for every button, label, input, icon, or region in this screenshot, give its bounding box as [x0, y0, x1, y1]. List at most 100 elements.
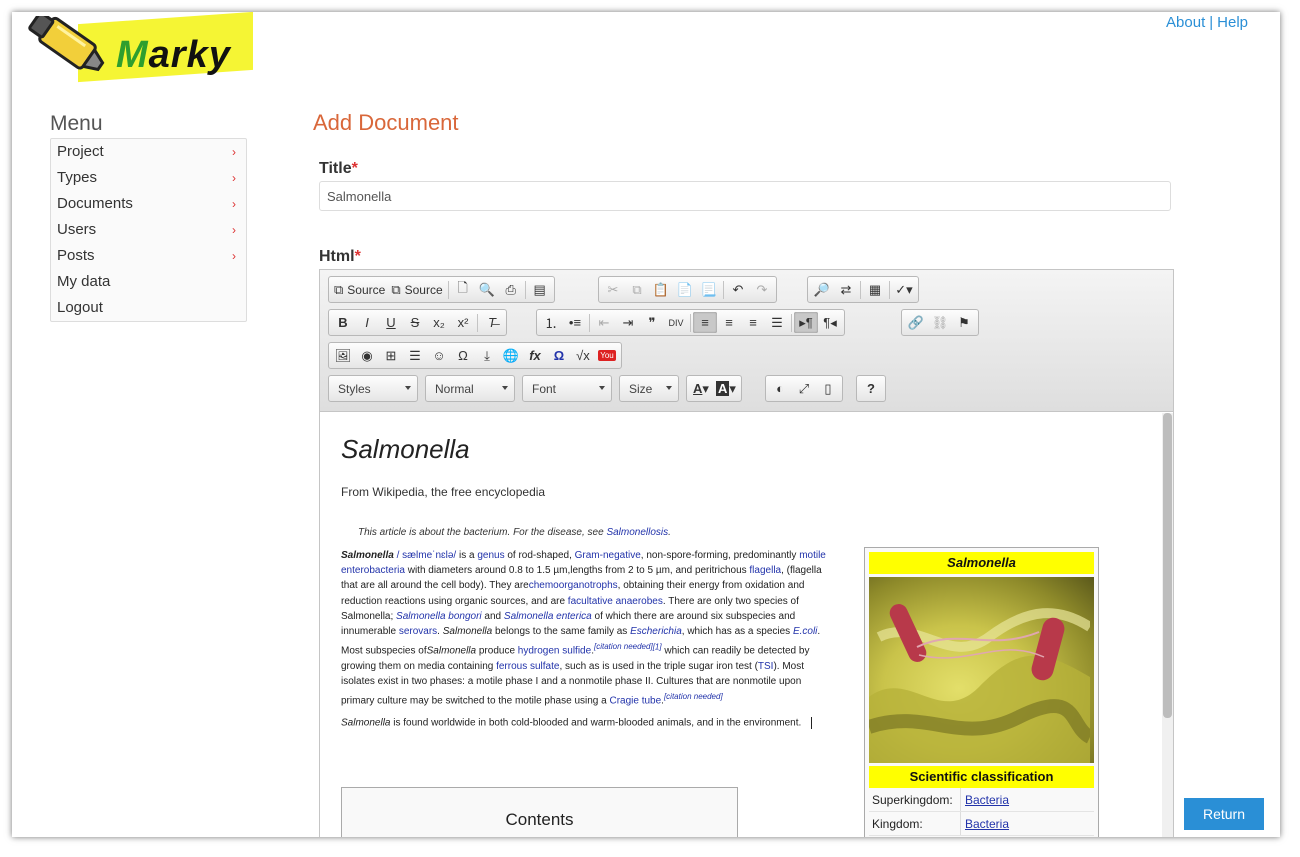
unlink-icon[interactable]: ⛓: [928, 312, 952, 333]
toolbar-group-insert: 🖼 ◉ ⊞ ☰ ☺ Ω ⤓ 🌐 fx Ω √x You: [328, 342, 622, 369]
preview-icon[interactable]: 🔍: [475, 279, 499, 300]
div-container-icon[interactable]: DIV: [664, 312, 688, 333]
select-all-icon[interactable]: ▦: [863, 279, 887, 300]
bold-icon[interactable]: B: [331, 312, 355, 333]
strike-icon[interactable]: S: [403, 312, 427, 333]
font-dropdown[interactable]: Font: [522, 375, 612, 402]
rich-text-editor: ⧉Source ⧉Source 🗋 🔍 ⎙ ▤ ✂ ⧉ 📋 📄 📃 ↶ ↷: [319, 269, 1174, 837]
sqrt-icon[interactable]: √x: [571, 345, 595, 366]
formula-fx-icon[interactable]: fx: [523, 345, 547, 366]
menu-item-logout[interactable]: Logout: [51, 295, 246, 321]
menu-item-my-data[interactable]: My data: [51, 269, 246, 295]
align-left-icon[interactable]: ≡: [693, 312, 717, 333]
cut-icon[interactable]: ✂: [601, 279, 625, 300]
page-break-icon[interactable]: ⤓: [475, 345, 499, 366]
contrast-icon[interactable]: ◐: [768, 378, 792, 399]
maximize-icon[interactable]: ⤢: [792, 378, 816, 399]
remove-format-icon[interactable]: T̶: [480, 312, 504, 333]
html-label: Html*: [319, 248, 361, 265]
marky-logo[interactable]: Marky: [18, 12, 258, 92]
contents-title: Contents: [505, 810, 574, 829]
print-icon[interactable]: ⎙: [499, 279, 523, 300]
dropdown-arrow-icon: [502, 386, 508, 390]
micrograph-illustration: [869, 604, 1094, 763]
styles-dropdown[interactable]: Styles: [328, 375, 418, 402]
templates-icon[interactable]: ▤: [528, 279, 552, 300]
indent-icon[interactable]: ⇥: [616, 312, 640, 333]
superscript-icon[interactable]: x²: [451, 312, 475, 333]
flash-icon[interactable]: ◉: [355, 345, 379, 366]
dropdown-arrow-icon: [599, 386, 605, 390]
paste-text-icon[interactable]: 📄: [673, 279, 697, 300]
side-menu: Project › Types › Documents › Users › Posts ›…: [50, 138, 247, 322]
undo-icon[interactable]: ↶: [726, 279, 750, 300]
about-link[interactable]: About: [1166, 14, 1205, 31]
anchor-flag-icon[interactable]: ⚑: [952, 312, 976, 333]
salmonellosis-link[interactable]: Salmonellosis: [606, 527, 668, 538]
return-button[interactable]: Return: [1184, 798, 1264, 830]
justify-icon[interactable]: ☰: [765, 312, 789, 333]
highlighter-marker-icon: [28, 16, 105, 72]
find-icon[interactable]: 🔎: [810, 279, 834, 300]
taxobox-title: Salmonella: [869, 552, 1094, 574]
table-icon[interactable]: ⊞: [379, 345, 403, 366]
help-question-icon[interactable]: ?: [859, 378, 883, 399]
title-input[interactable]: [319, 181, 1171, 211]
toolbar-group-about: ?: [856, 375, 886, 402]
text-color-icon[interactable]: A ▾: [689, 378, 713, 399]
source-button[interactable]: ⧉ Source: [331, 279, 388, 300]
menu-item-documents[interactable]: Documents ›: [51, 191, 246, 217]
bg-color-icon[interactable]: A ▾: [713, 378, 739, 399]
toolbar-group-links: 🔗 ⛓ ⚑: [901, 309, 979, 336]
size-dropdown[interactable]: Size: [619, 375, 679, 402]
menu-item-posts[interactable]: Posts ›: [51, 243, 246, 269]
align-center-icon[interactable]: ≡: [717, 312, 741, 333]
align-right-icon[interactable]: ≡: [741, 312, 765, 333]
rtl-icon[interactable]: ¶◂: [818, 312, 842, 333]
document-heading: Salmonella: [341, 434, 470, 464]
outdent-icon[interactable]: ⇤: [592, 312, 616, 333]
paste-icon[interactable]: 📋: [649, 279, 673, 300]
bulleted-list-icon[interactable]: •≡: [563, 312, 587, 333]
taxobox-row: Superkingdom: Bacteria: [869, 788, 1094, 812]
document-subtitle: From Wikipedia, the free encyclopedia: [341, 485, 546, 499]
editor-content[interactable]: Salmonella From Wikipedia, the free ency…: [320, 413, 1163, 837]
ltr-icon[interactable]: ▸¶: [794, 312, 818, 333]
link-icon[interactable]: 🔗: [904, 312, 928, 333]
toolbar-group-find: 🔎 ⇄ ▦ ✓▾: [807, 276, 919, 303]
numbered-list-icon[interactable]: ⒈: [539, 312, 563, 333]
new-page-icon[interactable]: 🗋: [451, 279, 475, 300]
editor-scrollbar-thumb[interactable]: [1163, 413, 1172, 718]
blockquote-icon[interactable]: ❞: [640, 312, 664, 333]
app-window: Marky About | Help Menu Project › Types › Do…: [12, 12, 1280, 837]
format-dropdown[interactable]: Normal: [425, 375, 515, 402]
subscript-icon[interactable]: x₂: [427, 312, 451, 333]
smiley-icon[interactable]: ☺: [427, 345, 451, 366]
underline-icon[interactable]: U: [379, 312, 403, 333]
special-char-icon[interactable]: Ω: [451, 345, 475, 366]
chevron-right-icon: ›: [232, 171, 236, 185]
copy-icon[interactable]: ⧉: [625, 279, 649, 300]
scientific-classification-header: Scientific classification: [869, 766, 1094, 788]
italic-icon[interactable]: I: [355, 312, 379, 333]
taxobox-row: Kingdom: Bacteria: [869, 812, 1094, 836]
horizontal-rule-icon[interactable]: ☰: [403, 345, 427, 366]
youtube-icon[interactable]: You: [595, 345, 619, 366]
source-button-2[interactable]: ⧉ Source: [388, 279, 445, 300]
menu-item-users[interactable]: Users ›: [51, 217, 246, 243]
brand-name: Marky: [116, 34, 231, 76]
replace-icon[interactable]: ⇄: [834, 279, 858, 300]
menu-item-types[interactable]: Types ›: [51, 165, 246, 191]
source-icon: ⧉: [391, 281, 401, 297]
spellcheck-icon[interactable]: ✓▾: [892, 279, 916, 300]
paste-word-icon[interactable]: 📃: [697, 279, 721, 300]
omega-icon[interactable]: Ω: [547, 345, 571, 366]
image-icon[interactable]: 🖼: [331, 345, 355, 366]
toolbar-group-colors: A ▾ A ▾: [686, 375, 742, 402]
chevron-right-icon: ›: [232, 145, 236, 159]
help-link[interactable]: Help: [1217, 14, 1248, 31]
show-blocks-icon[interactable]: ▯: [816, 378, 840, 399]
menu-item-project[interactable]: Project ›: [51, 139, 246, 165]
redo-icon[interactable]: ↷: [750, 279, 774, 300]
iframe-globe-icon[interactable]: 🌐: [499, 345, 523, 366]
